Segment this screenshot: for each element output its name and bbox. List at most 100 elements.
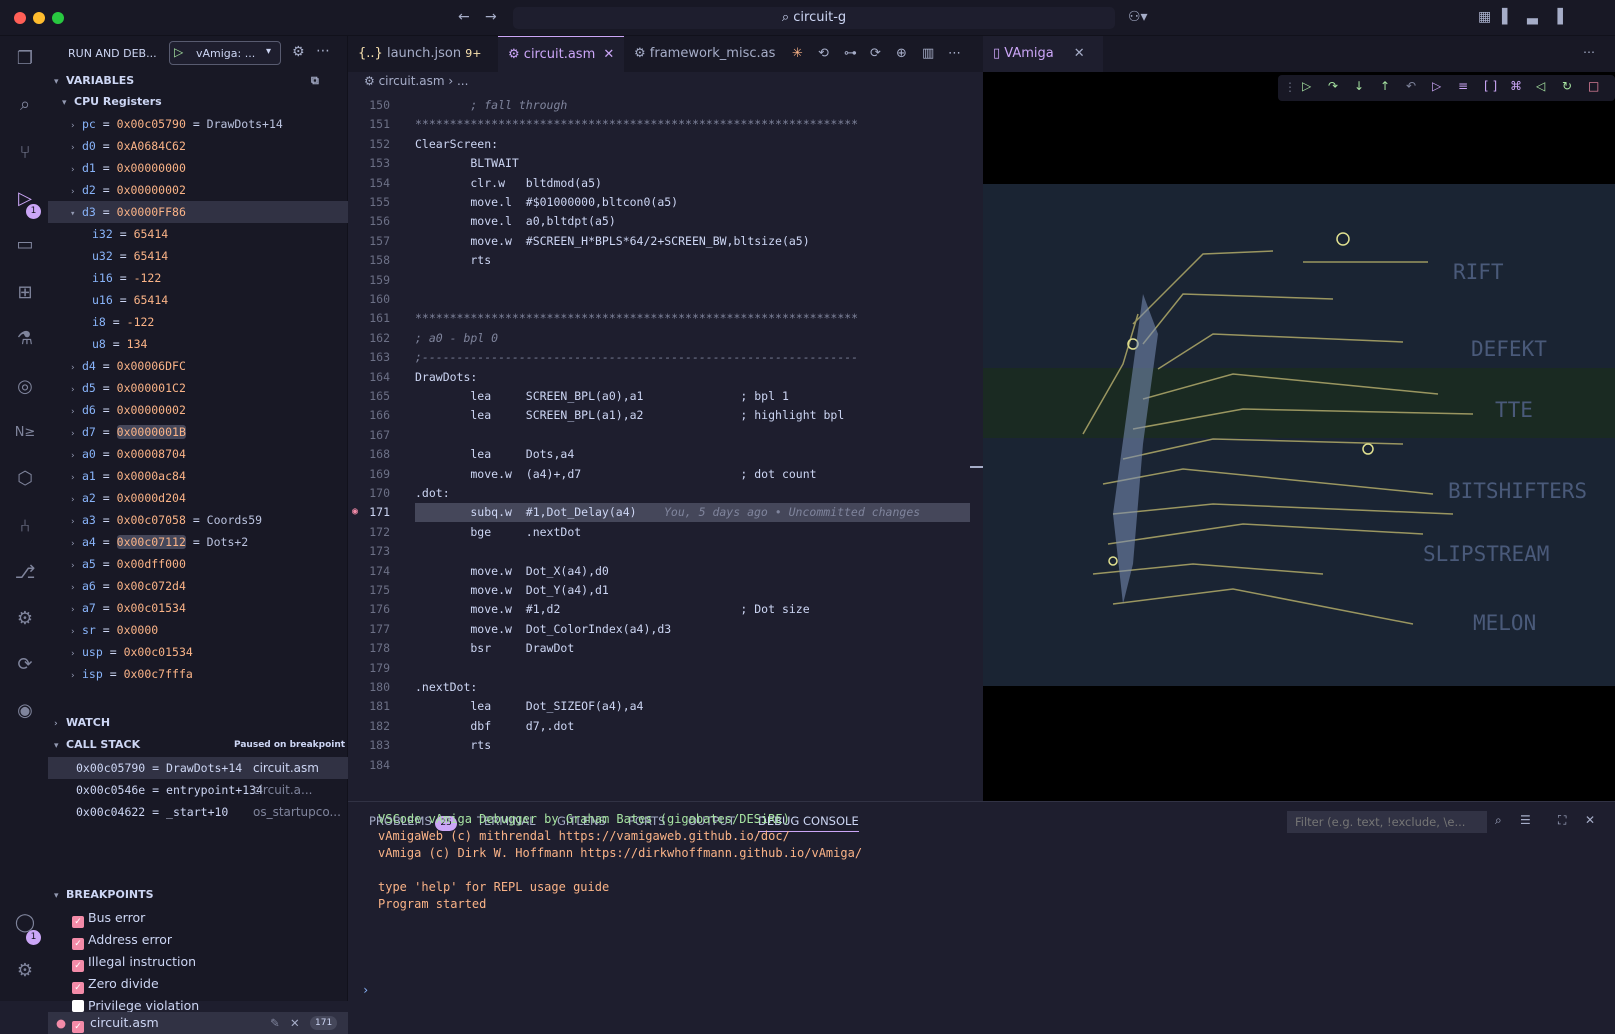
git-graph-icon[interactable]: ◉ [12, 698, 38, 724]
run-to-cursor-icon[interactable]: ▷ [1432, 79, 1441, 93]
register-row[interactable]: › isp = 0x00c7fffa [48, 663, 348, 685]
checkbox-checked-icon[interactable]: ✓ [72, 960, 84, 972]
toggle-panel-icon[interactable]: ▃ [1527, 9, 1538, 25]
close-tab-icon[interactable]: ✕ [1074, 46, 1085, 61]
register-row[interactable]: i16 = -122 [48, 267, 348, 289]
register-row[interactable]: u8 = 134 [48, 333, 348, 355]
step-back-icon[interactable]: ↶ [1406, 79, 1416, 93]
checkbox-checked-icon[interactable]: ✓ [72, 938, 84, 950]
register-row[interactable]: › d4 = 0x00006DFC [48, 355, 348, 377]
register-row[interactable]: › a0 = 0x00008704 [48, 443, 348, 465]
close-tab-icon[interactable]: ✕ [603, 47, 614, 62]
callstack-frame[interactable]: 0x00c05790 = DrawDots+14 circuit.asm [48, 757, 348, 779]
watch-section-header[interactable]: › WATCH [48, 713, 348, 733]
breakpoint-file-item[interactable]: ● ✓ circuit.asm ✎ ✕ 171 [48, 1012, 348, 1034]
callstack-frame[interactable]: 0x00c04622 = _start+10 os_startupco... [48, 801, 348, 823]
register-row[interactable]: › a7 = 0x00c01534 [48, 597, 348, 619]
edit-icon[interactable]: ✎ [270, 1012, 280, 1034]
reverse-continue-icon[interactable]: ◁ [1536, 79, 1545, 93]
notebook-icon[interactable]: N≥ [12, 420, 38, 446]
register-row[interactable]: ▾ d3 = 0x0000FF86 [48, 201, 348, 223]
search-icon[interactable]: ⌕ [1495, 813, 1502, 828]
command-center-search[interactable]: ⌕ circuit-g [513, 7, 1115, 29]
remove-icon[interactable]: ✕ [290, 1012, 300, 1034]
register-row[interactable]: › a3 = 0x00c07058 = Coords59 [48, 509, 348, 531]
extensions-icon[interactable]: ⊞ [12, 280, 38, 306]
toggle-secondary-sidebar-icon[interactable]: ▐ [1552, 9, 1563, 25]
register-row[interactable]: › a6 = 0x00c072d4 [48, 575, 348, 597]
memory-icon[interactable]: [ ] [1484, 79, 1497, 93]
disassembly-icon[interactable]: ≡ [1458, 79, 1468, 93]
continue-icon[interactable]: ▷ [1302, 79, 1311, 93]
more-actions-icon[interactable]: ⋯ [316, 43, 330, 59]
register-row[interactable]: › d2 = 0x00000002 [48, 179, 348, 201]
live-share-icon[interactable]: ⟳ [12, 652, 38, 678]
console-filter-input[interactable] [1287, 811, 1487, 833]
tab-circuit-asm[interactable]: ⚙ circuit.asm ✕ [498, 36, 624, 72]
gitlens-icon[interactable]: ⑃ [12, 514, 38, 540]
toggle-sidebar-icon[interactable]: ▌ [1502, 9, 1513, 25]
forward-arrow-icon[interactable]: → [485, 9, 497, 25]
maximize-window-button[interactable] [52, 12, 64, 24]
register-row[interactable]: i32 = 65414 [48, 223, 348, 245]
start-debug-icon[interactable]: ▷ [174, 45, 183, 59]
clear-console-icon[interactable]: ☰ [1520, 813, 1531, 827]
breakpoint-item[interactable]: ✓ Zero divide [72, 973, 348, 995]
search-icon[interactable]: ⌕ [12, 92, 38, 118]
collapse-all-icon[interactable]: ⧉ [311, 71, 319, 91]
testing-icon[interactable]: ⚗ [12, 326, 38, 352]
register-row[interactable]: › sr = 0x0000 [48, 619, 348, 641]
source-control-icon[interactable]: ⑂ [12, 140, 38, 166]
more-actions-icon[interactable]: ⋯ [948, 36, 961, 72]
back-arrow-icon[interactable]: ← [458, 9, 470, 25]
register-row[interactable]: i8 = -122 [48, 311, 348, 333]
breakpoint-checkbox[interactable]: ✓ [72, 1012, 88, 1034]
inspect-icon[interactable]: ⌘ [1510, 79, 1522, 93]
tab-launch-json[interactable]: {..} launch.json 9+ [348, 36, 498, 72]
breadcrumb-file[interactable]: circuit.asm [379, 74, 445, 88]
cpu-registers-scope[interactable]: ▾ CPU Registers [48, 91, 348, 113]
register-row[interactable]: › a5 = 0x00dff000 [48, 553, 348, 575]
register-row[interactable]: u32 = 65414 [48, 245, 348, 267]
register-row[interactable]: › a1 = 0x0000ac84 [48, 465, 348, 487]
register-row[interactable]: › d5 = 0x000001C2 [48, 377, 348, 399]
go-back-icon[interactable]: ⟲ [818, 36, 829, 72]
explorer-icon[interactable]: ❐ [12, 46, 38, 72]
copilot-icon[interactable]: ⚇▾ [1128, 9, 1148, 25]
register-row[interactable]: › usp = 0x00c01534 [48, 641, 348, 663]
repl-prompt-icon[interactable]: › [362, 983, 369, 997]
sparkle-icon[interactable]: ✳ [792, 36, 803, 72]
timeline-icon[interactable]: ◎ [12, 374, 38, 400]
register-row[interactable]: › d6 = 0x00000002 [48, 399, 348, 421]
restart-icon[interactable]: ↻ [1562, 79, 1572, 93]
manage-gear-icon[interactable]: ⚙ [12, 958, 38, 984]
breakpoint-item[interactable]: ✓ Address error [72, 929, 348, 951]
commit-icon[interactable]: ⊶ [844, 36, 857, 72]
callstack-section-header[interactable]: ▾ CALL STACK Paused on breakpoint [48, 735, 348, 755]
scrollbar-thumb[interactable] [970, 466, 983, 468]
breakpoint-item[interactable]: ✓ Illegal instruction [72, 951, 348, 973]
breakpoints-section-header[interactable]: ▾ BREAKPOINTS [48, 885, 348, 905]
step-into-icon[interactable]: ↓ [1354, 79, 1364, 93]
register-row[interactable]: › a2 = 0x0000d204 [48, 487, 348, 509]
register-row[interactable]: › a4 = 0x00c07112 = Dots+2 [48, 531, 348, 553]
tab-vamiga[interactable]: ▯ VAmiga ✕ [983, 36, 1103, 72]
containers-icon[interactable]: ⬡ [12, 466, 38, 492]
register-row[interactable]: › d1 = 0x00000000 [48, 157, 348, 179]
close-window-button[interactable] [14, 12, 26, 24]
checkbox-checked-icon[interactable]: ✓ [72, 916, 84, 928]
close-panel-icon[interactable]: ✕ [1585, 813, 1595, 827]
maximize-panel-icon[interactable]: ⛶ [1558, 813, 1566, 828]
stop-icon[interactable]: □ [1588, 79, 1599, 93]
code-area[interactable]: 150 ; fall through 151 *******************… [348, 98, 983, 801]
breakpoint-item[interactable]: ✓ Bus error [72, 907, 348, 929]
more-actions-icon[interactable]: ⋯ [1583, 45, 1595, 59]
split-editor-icon[interactable]: ▥ [922, 36, 934, 72]
checkbox-unchecked-icon[interactable] [72, 1000, 84, 1012]
variables-section-header[interactable]: ▾ VARIABLES ⧉ [48, 71, 348, 91]
breadcrumb-symbol[interactable]: ... [457, 74, 468, 88]
gear-icon[interactable]: ⚙ [292, 44, 305, 60]
remote-explorer-icon[interactable]: ▭ [12, 232, 38, 258]
register-row[interactable]: › pc = 0x00c05790 = DrawDots+14 [48, 113, 348, 135]
minimize-window-button[interactable] [33, 12, 45, 24]
